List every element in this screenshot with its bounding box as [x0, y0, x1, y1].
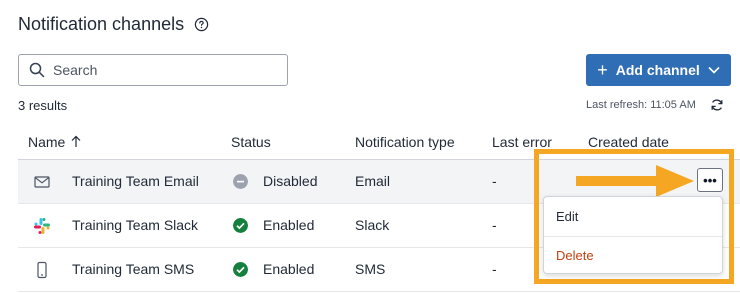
column-header-created-date[interactable]: Created date	[588, 134, 669, 150]
column-header-status[interactable]: Status	[231, 134, 271, 150]
arrow-right-icon	[576, 165, 694, 197]
add-channel-label: Add channel	[615, 62, 700, 78]
slack-icon	[34, 218, 50, 234]
enabled-check-icon	[233, 218, 248, 233]
page-header: Notification channels	[18, 14, 209, 35]
last-error: -	[492, 261, 497, 277]
last-refresh-text: Last refresh: 11:05 AM	[586, 99, 696, 111]
page-title: Notification channels	[18, 14, 185, 34]
search-box[interactable]	[18, 54, 288, 86]
channel-name: Training Team Slack	[72, 217, 199, 233]
chevron-down-icon	[708, 66, 720, 74]
row-actions-menu: Edit Delete	[543, 196, 723, 274]
search-input[interactable]	[53, 62, 273, 78]
search-icon	[29, 62, 45, 78]
column-header-name[interactable]: Name	[28, 134, 81, 150]
results-count: 3 results	[18, 98, 68, 113]
menu-divider	[544, 236, 722, 237]
notification-type: Slack	[355, 217, 390, 233]
status-text: Enabled	[263, 261, 315, 277]
menu-item-edit[interactable]: Edit	[556, 209, 578, 224]
column-header-type[interactable]: Notification type	[355, 134, 455, 150]
enabled-check-icon	[233, 262, 248, 277]
column-label: Name	[28, 134, 66, 150]
arrow-up-icon	[71, 135, 81, 147]
last-error: -	[492, 217, 497, 233]
status-text: Enabled	[263, 217, 315, 233]
notification-type: SMS	[355, 261, 386, 277]
notification-type: Email	[355, 173, 391, 189]
channel-name: Training Team SMS	[72, 261, 195, 277]
channel-name: Training Team Email	[72, 173, 199, 189]
disabled-icon	[233, 174, 248, 189]
last-error: -	[492, 173, 497, 189]
plus-icon: +	[597, 60, 608, 80]
more-actions-button[interactable]: •••	[697, 168, 723, 192]
add-channel-button[interactable]: + Add channel	[586, 54, 731, 86]
column-header-last-error[interactable]: Last error	[492, 134, 552, 150]
last-refresh: Last refresh: 11:05 AM	[586, 98, 724, 112]
question-circle-icon[interactable]	[194, 17, 209, 32]
menu-item-delete[interactable]: Delete	[556, 248, 594, 263]
mobile-icon	[37, 261, 47, 279]
refresh-icon[interactable]	[710, 98, 724, 112]
email-icon	[34, 176, 50, 188]
status-text: Disabled	[263, 173, 318, 189]
